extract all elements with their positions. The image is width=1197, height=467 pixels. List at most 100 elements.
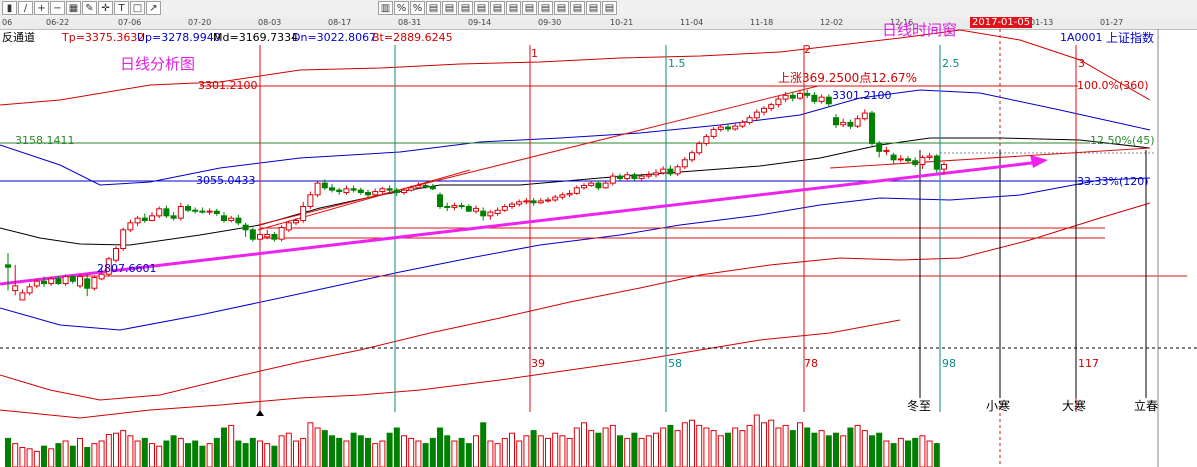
seq-label-2-5: 2.5 (942, 57, 960, 70)
volume-bar (696, 424, 703, 467)
volume-bar (98, 440, 105, 467)
volume-bar (105, 434, 112, 467)
volume-bar (523, 435, 530, 467)
candle-body (703, 135, 710, 144)
candle-body (861, 112, 868, 120)
volume-bar (933, 443, 940, 467)
volume-bar (905, 440, 911, 467)
candle-body (163, 208, 170, 217)
candle-body (307, 194, 314, 207)
count-label-98: 98 (942, 357, 956, 370)
candle-body (847, 121, 854, 127)
candle-body (638, 175, 645, 179)
candle-body (804, 92, 811, 96)
volume-bar (77, 437, 83, 467)
volume-bar (876, 432, 883, 467)
candle-body (905, 158, 911, 162)
volume-bar (602, 427, 609, 467)
candle-body (41, 280, 47, 285)
volume-bar (725, 432, 731, 467)
candle-body (458, 205, 465, 208)
candle-body (681, 159, 688, 168)
solar-term-xiaohan: 小寒 (986, 399, 1011, 413)
candle-body (192, 209, 199, 212)
candle-body (890, 154, 897, 161)
candle-body (221, 215, 227, 222)
volume-bar (480, 422, 487, 467)
candle-body (437, 194, 443, 207)
daily-time-window-label: 日线时间窗 (882, 21, 958, 39)
volume-bar (559, 435, 566, 467)
volume-bar (530, 430, 537, 467)
candle-body (278, 227, 285, 240)
security-code: 1A0001 (1060, 31, 1103, 44)
volume-bar (761, 422, 767, 467)
candle-body (242, 224, 249, 231)
volume-bar (645, 435, 652, 467)
candle-body (530, 200, 537, 204)
candle-body (84, 278, 91, 289)
volume-bar (573, 427, 580, 467)
candle-body (149, 215, 155, 222)
volume-bar (912, 437, 919, 467)
candle-body (926, 155, 933, 158)
candle-body (588, 182, 595, 186)
volume-bar (897, 437, 904, 467)
candle-body (19, 292, 26, 301)
solar-term-lichun: 立春 (1134, 399, 1159, 413)
candle-body (408, 187, 415, 191)
fib-1250-label: 12.50%(45) (1090, 134, 1155, 147)
candle-body (494, 209, 501, 214)
volume-bar (386, 432, 393, 467)
security-name: 上证指数 (1106, 31, 1155, 45)
volume-bar (329, 435, 335, 467)
volume-bar (357, 435, 364, 467)
volume-bar (19, 447, 26, 467)
candle-body (696, 142, 703, 154)
volume-bar (487, 440, 494, 467)
volume-bar (343, 440, 350, 467)
volume-bar (62, 440, 69, 467)
volume-bar (674, 430, 681, 467)
fib-100-label: 100.0%(360) (1077, 79, 1149, 92)
candle-body (365, 191, 371, 196)
candle-body (667, 168, 674, 175)
volume-bar (861, 430, 868, 467)
candle-body (501, 205, 508, 211)
candle-body (465, 205, 472, 212)
volume-bar (789, 430, 796, 467)
volume-bar (516, 440, 523, 467)
volume-bar (847, 427, 854, 467)
volume-bar (825, 435, 832, 467)
candle-body (379, 188, 386, 193)
volume-bar (199, 445, 206, 467)
volume-bar (350, 432, 357, 467)
volume-bar (149, 443, 155, 467)
candle-body (660, 168, 667, 174)
candle-body (55, 278, 62, 285)
candle-body (257, 234, 263, 240)
volume-bar (141, 437, 148, 467)
candle-body (631, 174, 638, 179)
candle-body (876, 142, 883, 152)
volume-bar (177, 437, 184, 467)
seq-label-1-5: 1.5 (668, 57, 686, 70)
volume-bar (120, 430, 127, 467)
candle-body (127, 222, 134, 231)
candle-body (120, 229, 127, 250)
candle-body (941, 163, 947, 170)
candle-body (293, 220, 299, 224)
volume-bar (127, 435, 134, 467)
volume-bar (869, 435, 875, 467)
candle-body (300, 205, 307, 222)
volume-bar (854, 424, 861, 467)
candle-body (271, 234, 278, 240)
candle-body (429, 186, 436, 190)
volume-bar (422, 443, 429, 467)
candle-body (26, 286, 33, 294)
volume-bar (717, 435, 724, 467)
volume-bar (840, 435, 847, 467)
volume-bar (134, 440, 141, 467)
volume-bar (617, 435, 623, 467)
candle-body (840, 121, 847, 126)
